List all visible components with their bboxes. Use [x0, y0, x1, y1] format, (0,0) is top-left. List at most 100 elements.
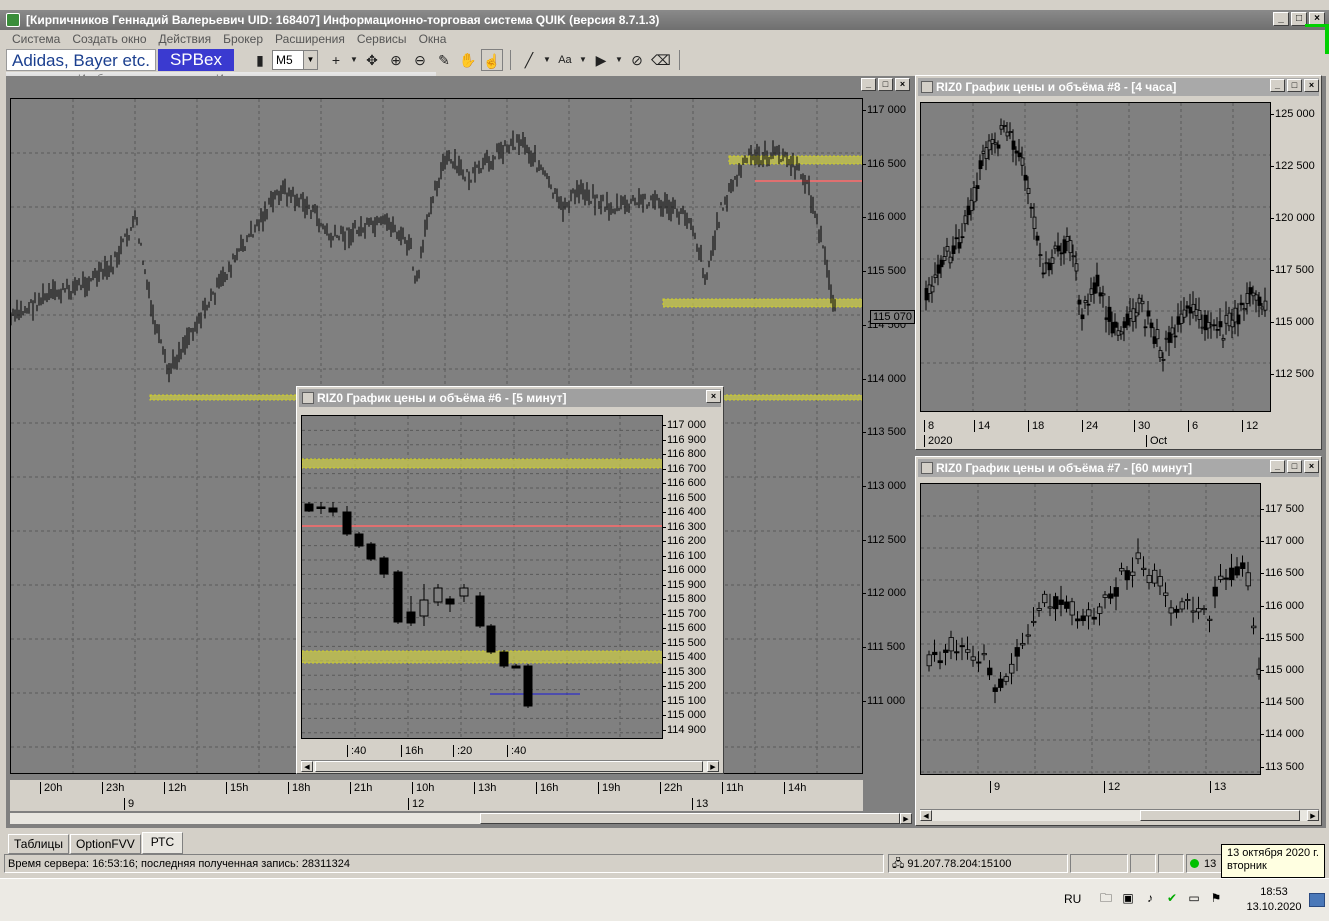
- candle-body: [1185, 305, 1190, 309]
- candle-body: [945, 246, 950, 252]
- chevron-down-icon[interactable]: ▼: [542, 49, 552, 71]
- chevron-down-icon[interactable]: ▼: [349, 49, 359, 71]
- candle-body: [990, 139, 995, 144]
- candle-body: [1080, 314, 1085, 320]
- chevron-down-icon[interactable]: ▼: [614, 49, 624, 71]
- w6-chart-plot[interactable]: [301, 415, 663, 739]
- flag-icon[interactable]: ⚑: [1208, 890, 1224, 906]
- candle-body: [1221, 337, 1226, 341]
- w7-close-button[interactable]: ×: [1304, 460, 1319, 473]
- show-desktop-button[interactable]: [1309, 893, 1325, 907]
- line-tool-icon[interactable]: ╱: [518, 49, 540, 71]
- w7-minimize-button[interactable]: _: [1270, 460, 1285, 473]
- price-tick-label: 116 300: [662, 520, 706, 533]
- candle-body: [1260, 306, 1265, 310]
- candle-body: [393, 571, 403, 623]
- w7-chart-plot[interactable]: [920, 483, 1261, 775]
- menu-create-window[interactable]: Создать окно: [66, 30, 152, 48]
- main-minimize-button[interactable]: _: [861, 78, 876, 91]
- candle-body: [1248, 287, 1253, 295]
- chart-window-4h: RIZ0 График цены и объёма #8 - [4 часа] …: [915, 75, 1322, 450]
- w6-close-button[interactable]: ×: [706, 390, 721, 403]
- tray-clock[interactable]: 18:53 13.10.2020: [1244, 885, 1304, 915]
- candle-body: [948, 637, 954, 652]
- hide-drawings-icon[interactable]: ⊘: [626, 49, 648, 71]
- workspace-tab-spbex[interactable]: SPBex: [157, 49, 234, 71]
- scroll-right-icon[interactable]: ▶: [900, 813, 912, 824]
- window-title: RIZ0 График цены и объёма #8 - [4 часа]: [936, 80, 1177, 94]
- hand-icon[interactable]: ✋: [457, 49, 479, 71]
- candle-body: [948, 256, 953, 264]
- price-tick-label: 117 000: [1260, 535, 1304, 548]
- scroll-left-icon[interactable]: ◀: [920, 810, 932, 821]
- ruler-icon[interactable]: ✎: [433, 49, 455, 71]
- main-close-button[interactable]: ×: [895, 78, 910, 91]
- current-price-label: 115 070: [870, 310, 915, 324]
- text-tool-icon[interactable]: Aa: [554, 49, 576, 71]
- w6-time-axis: :40 16h:20:40: [301, 743, 663, 759]
- w8-chart-plot[interactable]: [920, 102, 1271, 412]
- candle-body: [1041, 272, 1046, 275]
- folder-icon[interactable]: 🗀: [1098, 890, 1114, 906]
- menu-windows[interactable]: Окна: [413, 30, 453, 48]
- menu-services[interactable]: Сервисы: [351, 30, 413, 48]
- minimize-button[interactable]: _: [1273, 12, 1289, 26]
- price-tick-label: 116 100: [662, 549, 706, 562]
- zoom-in-icon[interactable]: ⊕: [385, 49, 407, 71]
- language-indicator[interactable]: RU: [1064, 892, 1081, 906]
- candle-body: [1036, 608, 1042, 611]
- workspace-tab-adidas[interactable]: Adidas, Bayer etc.: [6, 49, 156, 71]
- date-tick-label: Oct: [1146, 435, 1167, 447]
- monitor-icon[interactable]: ▭: [1186, 890, 1202, 906]
- price-tick-label: 115 600: [662, 622, 706, 634]
- scrollbar-thumb[interactable]: [315, 761, 703, 772]
- scrollbar-thumb[interactable]: [480, 813, 900, 824]
- chevron-down-icon[interactable]: ▼: [302, 51, 317, 69]
- tab-rts[interactable]: РТС: [141, 832, 184, 854]
- time-tick-label: 11h: [722, 782, 744, 794]
- connection-indicator[interactable]: 13: [1186, 854, 1226, 873]
- chevron-down-icon[interactable]: ▼: [578, 49, 588, 71]
- time-tick-label: 21h: [350, 782, 372, 794]
- candle-body: [1062, 239, 1067, 254]
- date-tooltip: 13 октября 2020 г. вторник: [1221, 844, 1325, 878]
- candle-body: [942, 256, 947, 261]
- move-icon[interactable]: ✥: [361, 49, 383, 71]
- tooltip-date: 13 октября 2020 г.: [1227, 847, 1319, 859]
- chart-type-icon[interactable]: ▮: [249, 49, 271, 71]
- time-tick-label: :40: [347, 745, 366, 757]
- check-icon[interactable]: ✔: [1164, 890, 1180, 906]
- status-cell-empty: [1158, 854, 1184, 873]
- tab-tables[interactable]: Таблицы: [8, 834, 70, 854]
- interval-select[interactable]: M5 ▼: [271, 50, 318, 70]
- window-title: RIZ0 График цены и объёма #7 - [60 минут…: [936, 461, 1193, 475]
- candle-body: [1236, 314, 1241, 325]
- w7-scrollbar[interactable]: ◀ ▶: [920, 809, 1319, 821]
- zoom-out-icon[interactable]: ⊖: [409, 49, 431, 71]
- menu-broker[interactable]: Брокер: [217, 30, 269, 48]
- candle-body: [1069, 601, 1075, 616]
- scroll-right-icon[interactable]: ▶: [707, 761, 719, 772]
- crosshair-icon[interactable]: +: [325, 49, 347, 71]
- w8-close-button[interactable]: ×: [1304, 79, 1319, 92]
- w8-maximize-button[interactable]: □: [1287, 79, 1302, 92]
- menu-actions[interactable]: Действия: [153, 30, 218, 48]
- w8-minimize-button[interactable]: _: [1270, 79, 1285, 92]
- candle-body: [1212, 586, 1218, 597]
- menu-system[interactable]: Система: [6, 30, 66, 48]
- main-chart-scrollbar[interactable]: ▶: [10, 812, 912, 824]
- volume-icon[interactable]: ♪: [1142, 890, 1158, 906]
- hand-select-icon[interactable]: ☝: [480, 49, 503, 71]
- scroll-right-icon[interactable]: ▶: [1307, 810, 1319, 821]
- w7-maximize-button[interactable]: □: [1287, 460, 1302, 473]
- candle-body: [1182, 309, 1187, 318]
- marker-icon[interactable]: ▶: [590, 49, 612, 71]
- delete-drawings-icon[interactable]: ⌫: [650, 49, 672, 71]
- menu-extensions[interactable]: Расширения: [269, 30, 351, 48]
- package-icon[interactable]: ▣: [1120, 890, 1136, 906]
- scroll-left-icon[interactable]: ◀: [301, 761, 313, 772]
- main-maximize-button[interactable]: □: [878, 78, 893, 91]
- tab-optionfvv[interactable]: OptionFVV: [70, 834, 141, 854]
- scrollbar-thumb[interactable]: [1140, 810, 1300, 821]
- w6-scrollbar[interactable]: ◀ ▶: [301, 760, 719, 772]
